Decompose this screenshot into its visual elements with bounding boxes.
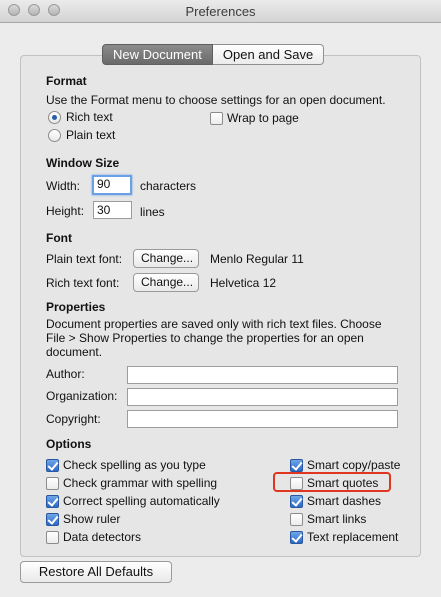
organization-field[interactable]	[127, 388, 398, 406]
font-heading: Font	[46, 231, 72, 245]
properties-desc-line2: File > Show Properties to change the pro…	[46, 331, 364, 345]
smart-links-checkbox[interactable]	[290, 513, 303, 526]
smart-copy-paste-label: Smart copy/paste	[307, 458, 401, 472]
format-description: Use the Format menu to choose settings f…	[46, 93, 386, 107]
smart-quotes-highlight	[273, 472, 391, 492]
data-detectors-label: Data detectors	[63, 530, 142, 544]
correct-spelling-checkbox[interactable]	[46, 495, 59, 508]
check-grammar-checkbox[interactable]	[46, 477, 59, 490]
properties-desc-line1: Document properties are saved only with …	[46, 317, 382, 331]
author-label: Author:	[46, 367, 85, 381]
author-field[interactable]	[127, 366, 398, 384]
window-title: Preferences	[185, 4, 256, 19]
rich-text-label: Rich text	[66, 110, 113, 124]
rich-font-label: Rich text font:	[46, 276, 120, 290]
rich-font-value: Helvetica 12	[210, 276, 277, 290]
plain-font-change-button[interactable]: Change...	[133, 249, 199, 268]
width-field[interactable]: 90	[92, 175, 132, 195]
height-field[interactable]: 30	[93, 201, 132, 219]
correct-spelling-label: Correct spelling automatically	[63, 494, 220, 508]
copyright-label: Copyright:	[46, 412, 101, 426]
plain-font-label: Plain text font:	[46, 252, 123, 266]
wrap-to-page-checkbox[interactable]	[210, 112, 223, 125]
text-replacement-checkbox[interactable]	[290, 531, 303, 544]
format-heading: Format	[46, 74, 87, 88]
height-unit-label: lines	[140, 205, 165, 219]
plain-text-radio[interactable]	[48, 129, 61, 142]
text-replacement-label: Text replacement	[307, 530, 399, 544]
check-grammar-label: Check grammar with spelling	[63, 476, 218, 490]
preferences-window: Preferences New Document Open and Save F…	[0, 0, 441, 597]
tab-bar: New Document Open and Save	[102, 44, 325, 65]
smart-dashes-label: Smart dashes	[307, 494, 382, 508]
window-size-heading: Window Size	[46, 156, 120, 170]
properties-heading: Properties	[46, 300, 106, 314]
check-spelling-label: Check spelling as you type	[63, 458, 206, 472]
tab-new-document[interactable]: New Document	[102, 44, 213, 65]
width-unit-label: characters	[140, 179, 197, 193]
rich-text-radio[interactable]	[48, 111, 61, 124]
copyright-field[interactable]	[127, 410, 398, 428]
show-ruler-label: Show ruler	[63, 512, 121, 526]
smart-dashes-checkbox[interactable]	[290, 495, 303, 508]
restore-all-defaults-button[interactable]: Restore All Defaults	[20, 561, 172, 583]
plain-text-label: Plain text	[66, 128, 116, 142]
wrap-to-page-label: Wrap to page	[227, 111, 299, 125]
smart-links-label: Smart links	[307, 512, 367, 526]
rich-font-change-button[interactable]: Change...	[133, 273, 199, 292]
smart-copy-paste-checkbox[interactable]	[290, 459, 303, 472]
plain-font-value: Menlo Regular 11	[210, 252, 304, 266]
properties-desc-line3: document.	[46, 345, 103, 359]
width-label: Width:	[46, 179, 81, 193]
organization-label: Organization:	[46, 389, 118, 403]
data-detectors-checkbox[interactable]	[46, 531, 59, 544]
title-bar[interactable]: Preferences	[0, 0, 441, 23]
options-heading: Options	[46, 437, 92, 451]
show-ruler-checkbox[interactable]	[46, 513, 59, 526]
height-label: Height:	[46, 204, 85, 218]
check-spelling-checkbox[interactable]	[46, 459, 59, 472]
tab-open-and-save[interactable]: Open and Save	[212, 44, 325, 65]
